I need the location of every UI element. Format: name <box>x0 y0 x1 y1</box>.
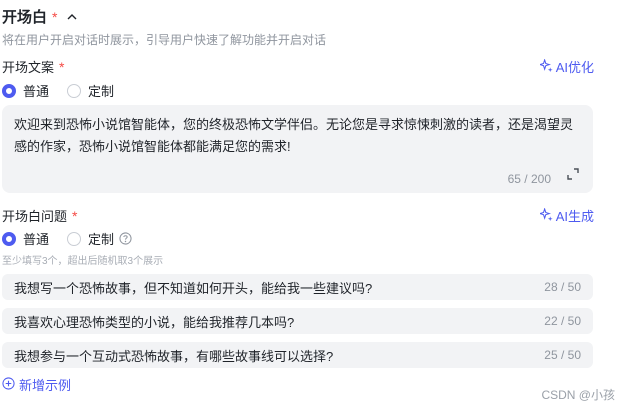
watermark: CSDN @小孩 <box>541 388 615 402</box>
question-text[interactable]: 我想写一个恐怖故事，但不知道如何开头，能给我一些建议吗? <box>14 278 372 297</box>
ai-generate-label: AI生成 <box>555 209 594 224</box>
section-header: 开场白 * <box>2 6 79 27</box>
radio-checked-icon <box>2 83 16 98</box>
required-mark: * <box>52 8 58 25</box>
radio-custom[interactable]: 定制 <box>67 81 114 100</box>
radio-label: 普通 <box>23 232 50 247</box>
help-icon[interactable] <box>119 232 132 245</box>
opening-text-label-text: 开场文案 <box>2 60 55 75</box>
char-counter: 65 / 200 <box>507 172 551 186</box>
opening-text-mode-group: 普通 定制 <box>2 81 114 100</box>
radio-unchecked-icon <box>67 83 82 98</box>
question-item[interactable]: 我喜欢心理恐怖类型的小说，能给我推荐几本吗? 22 / 50 <box>2 308 593 334</box>
add-example-button[interactable]: 新增示例 <box>2 375 71 394</box>
radio-label: 定制 <box>88 84 115 99</box>
radio-normal[interactable]: 普通 <box>2 81 49 100</box>
radio-checked-icon <box>2 231 16 246</box>
opening-questions-mode-group: 普通 定制 <box>2 229 132 248</box>
radio-custom[interactable]: 定制 <box>67 229 114 248</box>
question-hint: 至少填写3个，超出后随机取3个展示 <box>2 256 164 267</box>
opening-text-textarea[interactable]: 欢迎来到恐怖小说馆智能体，您的终极恐怖文学伴侣。无论您是寻求惊悚刺激的读者，还是… <box>2 105 593 193</box>
opening-text-label: 开场文案 * <box>2 57 64 76</box>
question-text[interactable]: 我喜欢心理恐怖类型的小说，能给我推荐几本吗? <box>14 312 294 331</box>
opening-questions-label: 开场白问题 * <box>2 206 77 225</box>
add-example-label: 新增示例 <box>19 378 72 393</box>
sparkle-icon <box>538 206 553 224</box>
section-description: 将在用户开启对话时展示，引导用户快速了解功能并开启对话 <box>2 33 327 47</box>
question-text[interactable]: 我想参与一个互动式恐怖故事，有哪些故事线可以选择? <box>14 346 333 365</box>
question-item[interactable]: 我想参与一个互动式恐怖故事，有哪些故事线可以选择? 25 / 50 <box>2 342 593 368</box>
radio-normal[interactable]: 普通 <box>2 229 49 248</box>
ai-generate-button[interactable]: AI生成 <box>538 206 594 225</box>
radio-unchecked-icon <box>67 231 82 246</box>
required-mark: * <box>72 207 78 224</box>
question-counter: 25 / 50 <box>544 348 581 362</box>
section-title: 开场白 <box>2 9 48 26</box>
question-counter: 28 / 50 <box>544 280 581 294</box>
ai-optimize-label: AI优化 <box>555 60 594 75</box>
radio-label: 普通 <box>23 84 50 99</box>
radio-label: 定制 <box>88 232 115 247</box>
required-mark: * <box>59 58 65 75</box>
opening-questions-label-text: 开场白问题 <box>2 209 68 224</box>
question-counter: 22 / 50 <box>544 314 581 328</box>
question-item[interactable]: 我想写一个恐怖故事，但不知道如何开头，能给我一些建议吗? 28 / 50 <box>2 274 593 300</box>
plus-circle-icon <box>2 376 15 393</box>
chevron-up-icon[interactable] <box>65 10 79 24</box>
sparkle-icon <box>538 57 553 75</box>
opening-text-value[interactable]: 欢迎来到恐怖小说馆智能体，您的终极恐怖文学伴侣。无论您是寻求惊悚刺激的读者，还是… <box>14 114 581 158</box>
expand-icon[interactable] <box>567 167 579 185</box>
ai-optimize-button[interactable]: AI优化 <box>538 57 594 76</box>
